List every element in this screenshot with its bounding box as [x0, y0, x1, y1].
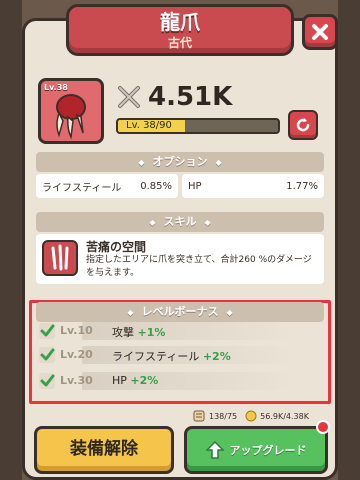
bonus-level: Lv.10	[60, 324, 93, 337]
bonus-stat-value: +2%	[130, 374, 159, 387]
title-banner: 龍爪 古代	[66, 4, 294, 56]
option-stat-label: HP	[188, 180, 202, 192]
bonus-stat: 攻撃 +1%	[112, 324, 165, 340]
bonus-level: Lv.30	[60, 374, 93, 387]
level-bonus-header: ◆ レベルボーナス ◆	[36, 302, 324, 322]
level-progress-bar: Lv. 38/90	[116, 118, 280, 134]
diamond-icon: ◆	[226, 308, 233, 317]
bonus-stat-name: ライフスティール	[112, 350, 200, 363]
options-header: ◆ オプション ◆	[36, 152, 324, 172]
level-bonus-row: Lv.10 攻撃 +1%	[36, 320, 324, 342]
level-bonus-header-label: レベルボーナス	[141, 305, 219, 318]
option-stat-value: 0.85%	[140, 180, 172, 192]
upgrade-button[interactable]: アップグレード	[184, 426, 328, 474]
check-icon	[39, 347, 55, 363]
bonus-stat: HP +2%	[112, 374, 158, 387]
refresh-icon	[296, 118, 310, 132]
option-stat: HP 1.77%	[182, 174, 324, 198]
scroll-icon	[193, 410, 205, 422]
crossed-swords-icon	[118, 86, 140, 108]
close-icon	[312, 24, 328, 40]
bonus-stat: ライフスティール +2%	[112, 348, 231, 364]
background-left	[0, 0, 22, 480]
item-title: 龍爪	[160, 10, 200, 34]
power-value: 4.51K	[148, 82, 233, 112]
reset-button[interactable]	[288, 110, 318, 140]
diamond-icon: ◆	[215, 158, 222, 167]
option-stat-label: ライフスティール	[42, 182, 122, 194]
diamond-icon: ◆	[149, 218, 156, 227]
close-button[interactable]	[302, 14, 338, 50]
option-stat: ライフスティール 0.85%	[36, 174, 178, 198]
item-icon: Lv.38	[38, 78, 104, 144]
bonus-level: Lv.20	[60, 348, 93, 361]
gold-count: 56.9K/4.38K	[260, 411, 309, 421]
diamond-icon: ◆	[204, 218, 211, 227]
options-header-label: オプション	[152, 155, 208, 168]
upgrade-label: アップグレード	[229, 444, 307, 457]
skill-header: ◆ スキル ◆	[36, 212, 324, 232]
gold-coin-icon	[245, 410, 257, 422]
unequip-button[interactable]: 装備解除	[34, 426, 174, 474]
upgrade-cost: 138/75 56.9K/4.38K	[192, 408, 322, 424]
bonus-stat-name: HP	[112, 374, 127, 387]
diamond-icon: ◆	[127, 308, 134, 317]
arrow-up-icon	[205, 440, 224, 459]
level-bonus-row: Lv.30 HP +2%	[36, 370, 324, 392]
skill-box: 苦痛の空間 指定したエリアに爪を突き立て、合計260 %のダメージを与えます。	[36, 234, 324, 284]
level-bonus-row: Lv.20 ライフスティール +2%	[36, 344, 324, 366]
skill-description: 指定したエリアに爪を突き立て、合計260 %のダメージを与えます。	[86, 255, 312, 278]
scroll-count: 138/75	[209, 411, 238, 421]
option-stat-value: 1.77%	[286, 180, 318, 192]
bonus-stat-name: 攻撃	[112, 326, 134, 339]
level-progress-text: Lv. 38/90	[126, 120, 172, 131]
item-grade: 古代	[167, 36, 192, 50]
diamond-icon: ◆	[138, 158, 145, 167]
option-stats: ライフスティール 0.85% HP 1.77%	[36, 174, 324, 198]
claw-skill-icon	[51, 244, 69, 271]
bonus-stat-value: +1%	[137, 326, 166, 339]
bonus-stat-value: +2%	[202, 350, 231, 363]
skill-icon	[42, 240, 78, 276]
check-icon	[39, 373, 55, 389]
background-right	[338, 0, 360, 480]
notification-icon	[316, 420, 330, 434]
dragon-claw-icon	[56, 94, 86, 140]
check-icon	[39, 323, 55, 339]
skill-header-label: スキル	[163, 215, 197, 228]
skill-name: 苦痛の空間	[86, 240, 147, 254]
